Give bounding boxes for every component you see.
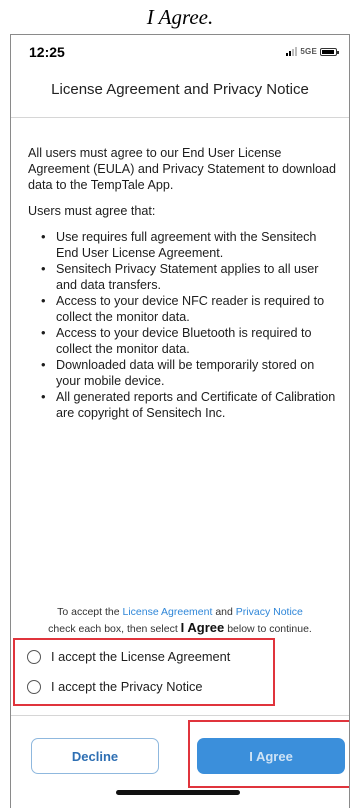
- phone-screen: 12:25 5GE License Agreement and Privacy …: [10, 34, 350, 808]
- note-text: check each box, then select: [48, 623, 178, 635]
- list-item: Use requires full agreement with the Sen…: [41, 229, 338, 261]
- list-item: All generated reports and Certificate of…: [41, 389, 338, 421]
- status-indicators: 5GE: [286, 47, 339, 56]
- list-item: Access to your device Bluetooth is requi…: [41, 325, 338, 357]
- license-agreement-link[interactable]: License Agreement: [123, 606, 213, 618]
- accept-instructions: To accept the License Agreement and Priv…: [11, 605, 349, 637]
- intro-paragraph: All users must agree to our End User Lic…: [28, 146, 337, 192]
- image-caption: I Agree.: [146, 4, 214, 29]
- checkbox-label: I accept the Privacy Notice: [51, 679, 203, 694]
- home-indicator[interactable]: [116, 790, 240, 795]
- radio-circle-icon: [27, 649, 41, 664]
- list-item: Sensitech Privacy Statement applies to a…: [41, 261, 338, 293]
- checkbox-label: I accept the License Agreement: [51, 649, 231, 664]
- list-item: Downloaded data will be temporarily stor…: [41, 357, 338, 389]
- privacy-notice-link[interactable]: Privacy Notice: [236, 606, 303, 618]
- agreement-text: All users must agree to our End User Lic…: [28, 145, 338, 421]
- radio-circle-icon: [27, 679, 41, 694]
- network-type: 5GE: [300, 47, 317, 56]
- battery-icon: [320, 47, 339, 56]
- subheading: Users must agree that:: [28, 204, 156, 218]
- accept-privacy-checkbox[interactable]: I accept the Privacy Notice: [27, 679, 203, 694]
- header-divider: [11, 117, 349, 118]
- note-text: To accept the: [57, 606, 120, 618]
- status-time: 12:25: [29, 44, 65, 60]
- accept-license-checkbox[interactable]: I accept the License Agreement: [27, 649, 230, 664]
- terms-list: Use requires full agreement with the Sen…: [28, 229, 338, 421]
- status-bar: 12:25 5GE: [11, 35, 349, 69]
- agree-highlight-box: [188, 720, 349, 788]
- page-title: License Agreement and Privacy Notice: [51, 81, 309, 98]
- note-text: and: [215, 606, 233, 618]
- footer-divider: [11, 715, 349, 716]
- decline-button[interactable]: Decline: [31, 738, 159, 774]
- note-text: below to continue.: [227, 623, 312, 635]
- signal-strength-icon: [286, 47, 298, 56]
- note-agree-word: I Agree: [180, 620, 225, 635]
- list-item: Access to your device NFC reader is requ…: [41, 293, 338, 325]
